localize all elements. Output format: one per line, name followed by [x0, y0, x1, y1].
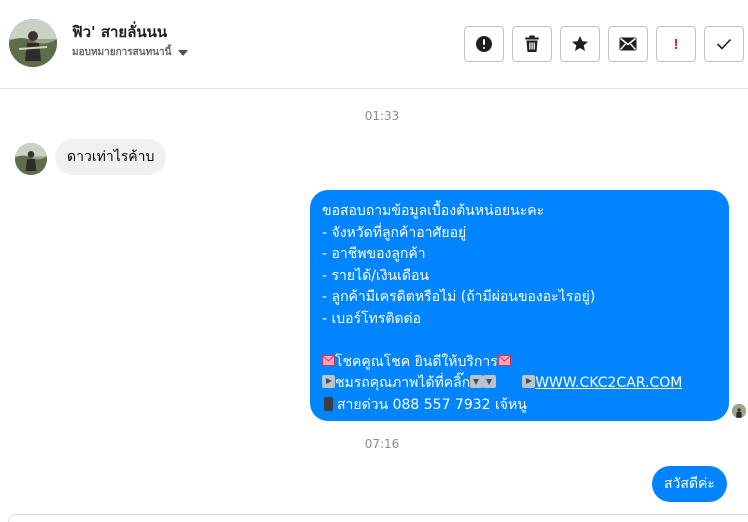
gallery-text: ชมรถคุณภาพได้ที่คลิ๊ก	[335, 375, 471, 391]
message-line: - เบอร์โทรติดต่อ	[322, 310, 422, 327]
message-timestamp: 07:16	[364, 437, 400, 451]
exclamation-icon: !	[673, 35, 679, 53]
down-arrow-emoji-icon	[470, 375, 484, 388]
message-line: - อาชีพของลูกค้า	[322, 246, 426, 262]
message-timestamp: 01:33	[364, 109, 400, 123]
mark-unread-button[interactable]	[608, 26, 648, 62]
play-emoji-icon	[522, 375, 536, 388]
message-line: - ลูกค้ามีเครดิตหรือไม่ (ถ้ามีผ่อนของอะไ…	[322, 289, 596, 305]
message-line: - รายได้/เงินเดือน	[322, 267, 429, 284]
contact-name[interactable]: ฟิว' สายลั่นนน	[72, 20, 167, 44]
mobile-phone-emoji-icon	[324, 396, 333, 411]
message-line: - จังหวัดที่ลูกค้าอาศัยอยู่	[322, 224, 467, 241]
down-arrow-emoji-icon	[483, 375, 497, 388]
message-composer[interactable]	[8, 514, 748, 522]
checkmark-icon	[716, 38, 732, 50]
envelope-icon	[619, 37, 637, 51]
play-emoji-icon	[322, 375, 335, 388]
caret-down-icon	[178, 49, 189, 56]
message-line: ขอสอบถามข้อมูลเบื้องต้นหน่อยนะคะ	[322, 203, 545, 219]
mark-done-button[interactable]	[704, 26, 744, 62]
seen-avatar	[732, 404, 746, 418]
assign-conversation-dropdown[interactable]: มอบหมายการสนทนานี้	[72, 45, 189, 60]
incoming-message[interactable]: ดาวเท่าไรค้าบ	[55, 139, 167, 175]
promo-text: โชคคูณโชค ยินดีให้บริการ	[335, 353, 498, 370]
sender-avatar	[15, 143, 47, 175]
conversation-header: ฟิว' สายลั่นนน มอบหมายการสนทนานี้ !	[0, 0, 748, 89]
gallery-line: ชมรถคุณภาพได้ที่คลิ๊ก WWW.CKC2CAR.COM	[322, 373, 717, 395]
hotline-line: สายด่วน 088 557 7932 เจ้หนู	[322, 395, 717, 417]
star-button[interactable]	[560, 26, 600, 62]
promo-line: โชคคูณโชค ยินดีให้บริการ	[322, 352, 717, 374]
follow-up-button[interactable]: !	[656, 26, 696, 62]
hotline-text: สายด่วน 088 557 7932 เจ้หนู	[337, 396, 527, 413]
outgoing-message[interactable]: ขอสอบถามข้อมูลเบื้องต้นหน่อยนะคะ - จังหว…	[310, 190, 729, 421]
ribbon-emoji-icon	[497, 354, 511, 366]
spam-button[interactable]	[464, 26, 504, 62]
contact-avatar[interactable]	[9, 19, 57, 67]
conversation-actions: !	[464, 26, 744, 62]
website-link[interactable]: WWW.CKC2CAR.COM	[535, 375, 682, 391]
ribbon-emoji-icon	[322, 354, 335, 366]
trash-icon	[525, 35, 539, 52]
alert-circle-icon	[476, 36, 492, 52]
star-icon	[572, 36, 588, 51]
assign-conversation-label: มอบหมายการสนทนานี้	[72, 47, 172, 58]
outgoing-message[interactable]: สวัสดีค่ะ	[652, 466, 727, 502]
delete-button[interactable]	[512, 26, 552, 62]
